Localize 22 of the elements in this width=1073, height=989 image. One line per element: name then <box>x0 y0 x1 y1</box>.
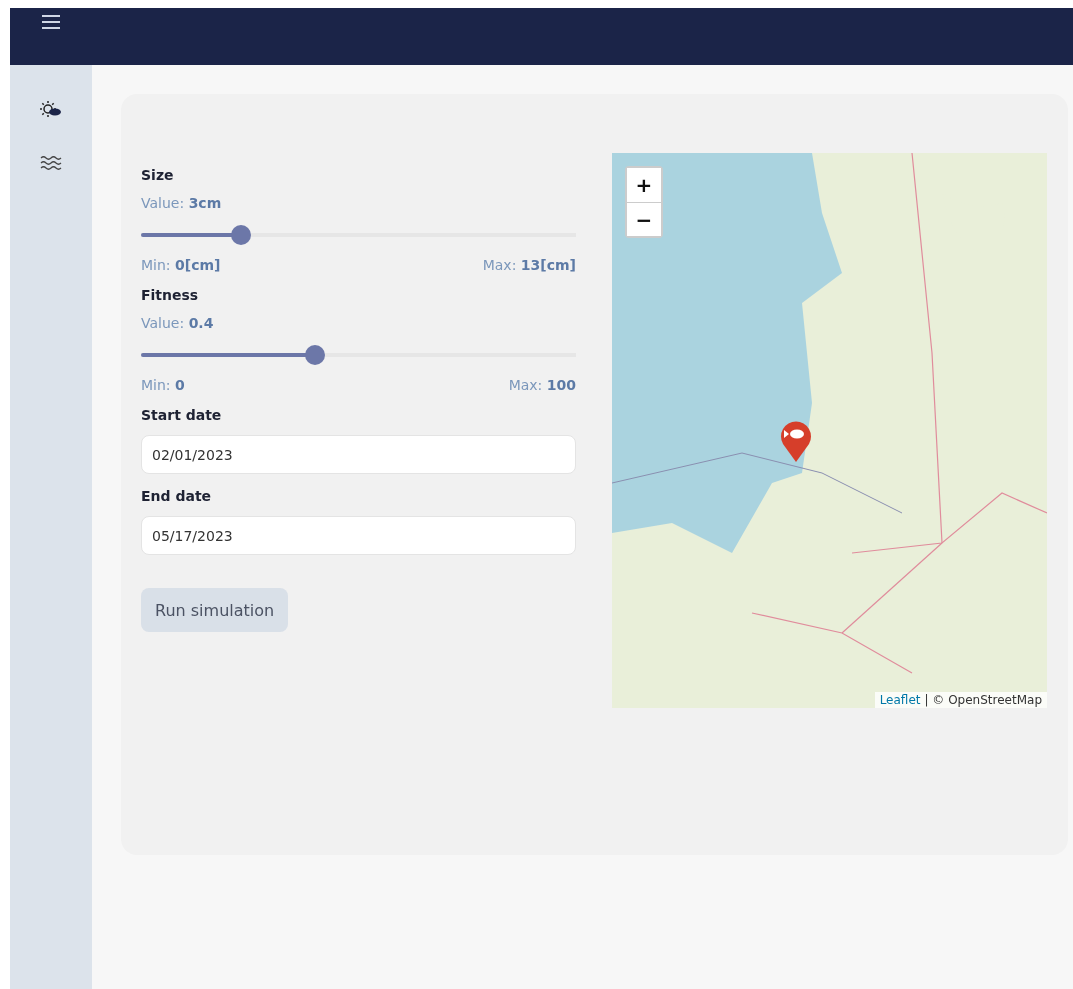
slider-min: Min: 0[cm] <box>141 257 221 273</box>
date-label: End date <box>141 488 213 504</box>
leaflet-link[interactable]: Leaflet <box>879 693 921 707</box>
slider-value: Value: 0.4 <box>141 315 215 331</box>
slider-label: Size <box>141 167 175 183</box>
date-label: Start date <box>141 407 223 423</box>
slider-label: Fitness <box>141 287 200 303</box>
run-simulation-button[interactable]: Run simulation <box>141 588 289 632</box>
slider-thumb[interactable] <box>305 345 325 365</box>
sidebar-item[interactable] <box>38 153 64 173</box>
date-field[interactable]: 02/01/2023 <box>141 435 576 474</box>
sun-cloud-icon <box>40 99 62 119</box>
slider-value: Value: 3cm <box>141 195 223 211</box>
zoom-out-button[interactable]: − <box>627 202 661 236</box>
waves-icon <box>40 155 62 171</box>
date-field[interactable]: 05/17/2023 <box>141 516 576 555</box>
slider-thumb[interactable] <box>231 225 252 245</box>
slider-min: Min: 0 <box>141 377 185 393</box>
slider-max: Max: 13[cm] <box>482 257 576 273</box>
attribution-text: | © OpenStreetMap <box>924 693 1042 707</box>
menu-icon[interactable] <box>41 14 61 30</box>
slider-max: Max: 100 <box>508 377 576 393</box>
